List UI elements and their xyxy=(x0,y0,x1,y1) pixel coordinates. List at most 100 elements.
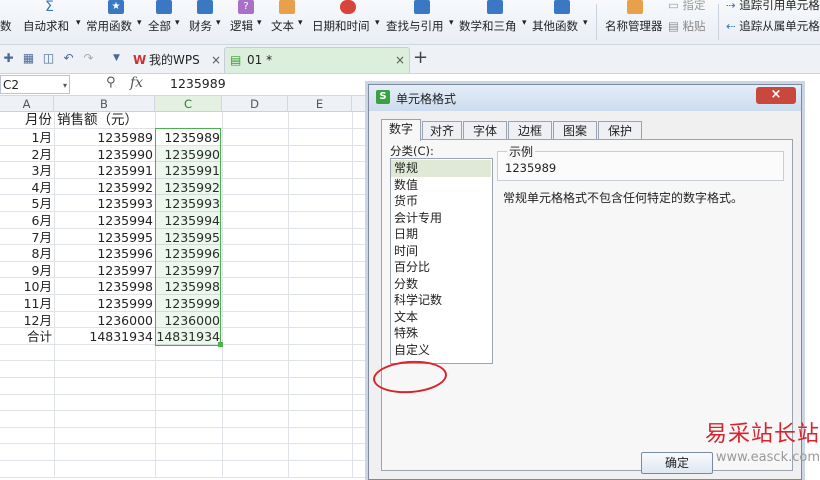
month-cell[interactable]: 6月 xyxy=(0,212,54,229)
sales-cell[interactable]: 1235997 xyxy=(55,262,155,279)
spreadsheet-grid[interactable]: A B C D E 月份 销售额（元） 1月 1235989 1235989 2月 12… xyxy=(0,96,370,478)
sales-cell[interactable]: 1235996 xyxy=(55,245,155,262)
sales-cell[interactable]: 1235991 xyxy=(55,162,155,179)
month-cell[interactable]: 合计 xyxy=(0,328,54,345)
ribbon-separator xyxy=(596,4,597,40)
tab-protection[interactable]: 保护 xyxy=(598,121,642,140)
month-cell[interactable]: 4月 xyxy=(0,179,54,196)
category-item[interactable]: 日期 xyxy=(391,226,491,243)
other-function-icon xyxy=(554,0,570,14)
category-item[interactable]: 自定义 xyxy=(391,342,491,359)
category-item[interactable]: 常规 xyxy=(391,160,491,177)
trace-dependents-button[interactable]: ⇠ 追踪从属单元格 xyxy=(726,18,820,34)
month-cell[interactable]: 12月 xyxy=(0,312,54,329)
close-button[interactable]: × xyxy=(756,87,796,104)
category-item[interactable]: 文本 xyxy=(391,309,491,326)
category-item[interactable]: 特殊 xyxy=(391,325,491,342)
ribbon-separator-2 xyxy=(718,4,719,40)
lookup-button[interactable]: 查找与引用 ▾ xyxy=(386,0,460,44)
sales-cell[interactable]: 1235998 xyxy=(55,278,155,295)
wps-spreadsheet-icon: S xyxy=(376,90,390,104)
datetime-button[interactable]: 日期和时间 ▾ xyxy=(312,0,386,44)
redo-icon[interactable]: ↷ xyxy=(82,52,95,65)
common-functions-button[interactable]: ★ 常用函数 ▾ xyxy=(86,0,146,44)
insert-function-button[interactable]: fx xyxy=(130,75,143,91)
column-header-a[interactable]: A xyxy=(0,96,54,112)
month-cell[interactable]: 3月 xyxy=(0,162,54,179)
star-function-icon: ★ xyxy=(108,0,124,14)
column-header-c[interactable]: C xyxy=(155,96,222,112)
text-function-icon xyxy=(279,0,295,14)
category-item[interactable]: 会计专用 xyxy=(391,210,491,227)
trace-precedents-icon: ⇢ xyxy=(726,0,736,12)
zoom-icon[interactable]: ⚲ xyxy=(106,75,116,90)
math-button[interactable]: 数学和三角 ▾ xyxy=(459,0,533,44)
sales-cell[interactable]: 1235992 xyxy=(55,179,155,196)
ribbon-partial-label: ▭ 指定 xyxy=(668,0,706,12)
category-item[interactable]: 数值 xyxy=(391,177,491,194)
undo-icon[interactable]: ↶ xyxy=(62,52,75,65)
month-cell[interactable]: 11月 xyxy=(0,295,54,312)
sales-cell[interactable]: 1235999 xyxy=(55,295,155,312)
category-item[interactable]: 百分比 xyxy=(391,259,491,276)
month-cell[interactable]: 10月 xyxy=(0,278,54,295)
month-header-cell[interactable]: 月份 xyxy=(0,112,54,129)
trace-precedents-button[interactable]: ⇢ 追踪引用单元格 xyxy=(726,0,820,13)
tab-font[interactable]: 字体 xyxy=(463,121,507,140)
name-box[interactable]: C2 ▾ xyxy=(0,75,70,94)
paste-icon: ▤ xyxy=(668,19,679,33)
tab-my-wps[interactable]: W 我的WPS × xyxy=(126,47,224,73)
print-icon[interactable]: ▦ xyxy=(22,52,35,65)
formula-input[interactable]: 1235989 xyxy=(170,76,226,91)
column-header-d[interactable]: D xyxy=(222,96,288,112)
fill-handle[interactable] xyxy=(218,342,223,347)
logic-button[interactable]: ? 逻辑 ▾ xyxy=(230,0,268,44)
category-item[interactable]: 时间 xyxy=(391,243,491,260)
finance-button[interactable]: 财务 ▾ xyxy=(189,0,227,44)
other-functions-button[interactable]: 其他函数 ▾ xyxy=(532,0,592,44)
sales-cell[interactable]: 1235995 xyxy=(55,229,155,246)
dialog-title-bar[interactable]: S 单元格格式 × xyxy=(369,85,801,111)
sales-cell[interactable]: 14831934 xyxy=(55,328,155,345)
spreadsheet-doc-icon: ▤ xyxy=(230,53,242,67)
new-icon[interactable]: ✚ xyxy=(2,52,15,65)
print-preview-icon[interactable]: ◫ xyxy=(42,52,55,65)
category-label: 分类(C): xyxy=(390,144,434,158)
new-tab-button[interactable]: + xyxy=(413,47,428,68)
sales-cell[interactable]: 1235990 xyxy=(55,146,155,163)
name-manager-icon xyxy=(627,0,643,14)
category-item[interactable]: 科学记数 xyxy=(391,292,491,309)
quick-access-dropdown-icon[interactable]: ▼ xyxy=(110,52,123,65)
tab-close-icon[interactable]: × xyxy=(395,48,405,72)
watermark-url: www.easck.com xyxy=(715,450,820,465)
sales-cell[interactable]: 1236000 xyxy=(55,312,155,329)
month-cell[interactable]: 2月 xyxy=(0,146,54,163)
tab-border[interactable]: 边框 xyxy=(508,121,552,140)
tab-pattern[interactable]: 图案 xyxy=(553,121,597,140)
month-cell[interactable]: 1月 xyxy=(0,129,54,146)
tab-close-icon[interactable]: × xyxy=(211,48,221,72)
paste-button[interactable]: ▤ 粘贴 xyxy=(668,18,706,34)
tab-document-01[interactable]: ▤ 01 * × xyxy=(224,47,410,73)
sales-cell[interactable]: 1235994 xyxy=(55,212,155,229)
column-header-e[interactable]: E xyxy=(288,96,352,112)
autosum-button[interactable]: Σ 自动求和 ▾ xyxy=(23,0,83,44)
name-manager-button[interactable]: 名称管理器 xyxy=(605,0,667,44)
column-header-b[interactable]: B xyxy=(54,96,155,112)
category-list[interactable]: 常规 数值 货币 会计专用 日期 时间 百分比 分数 科学记数 文本 特殊 自定义 xyxy=(390,158,493,364)
sales-cell[interactable]: 1235993 xyxy=(55,195,155,212)
sales-header-cell[interactable]: 销售额（元） xyxy=(57,112,157,129)
month-cell[interactable]: 5月 xyxy=(0,195,54,212)
category-item[interactable]: 货币 xyxy=(391,193,491,210)
sample-box: 1235989 xyxy=(497,151,784,181)
text-function-button[interactable]: 文本 ▾ xyxy=(271,0,309,44)
tab-number[interactable]: 数字 xyxy=(381,119,421,141)
tab-alignment[interactable]: 对齐 xyxy=(422,121,462,140)
sales-cell[interactable]: 1235989 xyxy=(55,129,155,146)
month-cell[interactable]: 9月 xyxy=(0,262,54,279)
all-functions-button[interactable]: 全部 ▾ xyxy=(148,0,186,44)
formula-bar: C2 ▾ ⚲ fx 1235989 xyxy=(0,74,370,96)
month-cell[interactable]: 8月 xyxy=(0,245,54,262)
category-item[interactable]: 分数 xyxy=(391,276,491,293)
month-cell[interactable]: 7月 xyxy=(0,229,54,246)
